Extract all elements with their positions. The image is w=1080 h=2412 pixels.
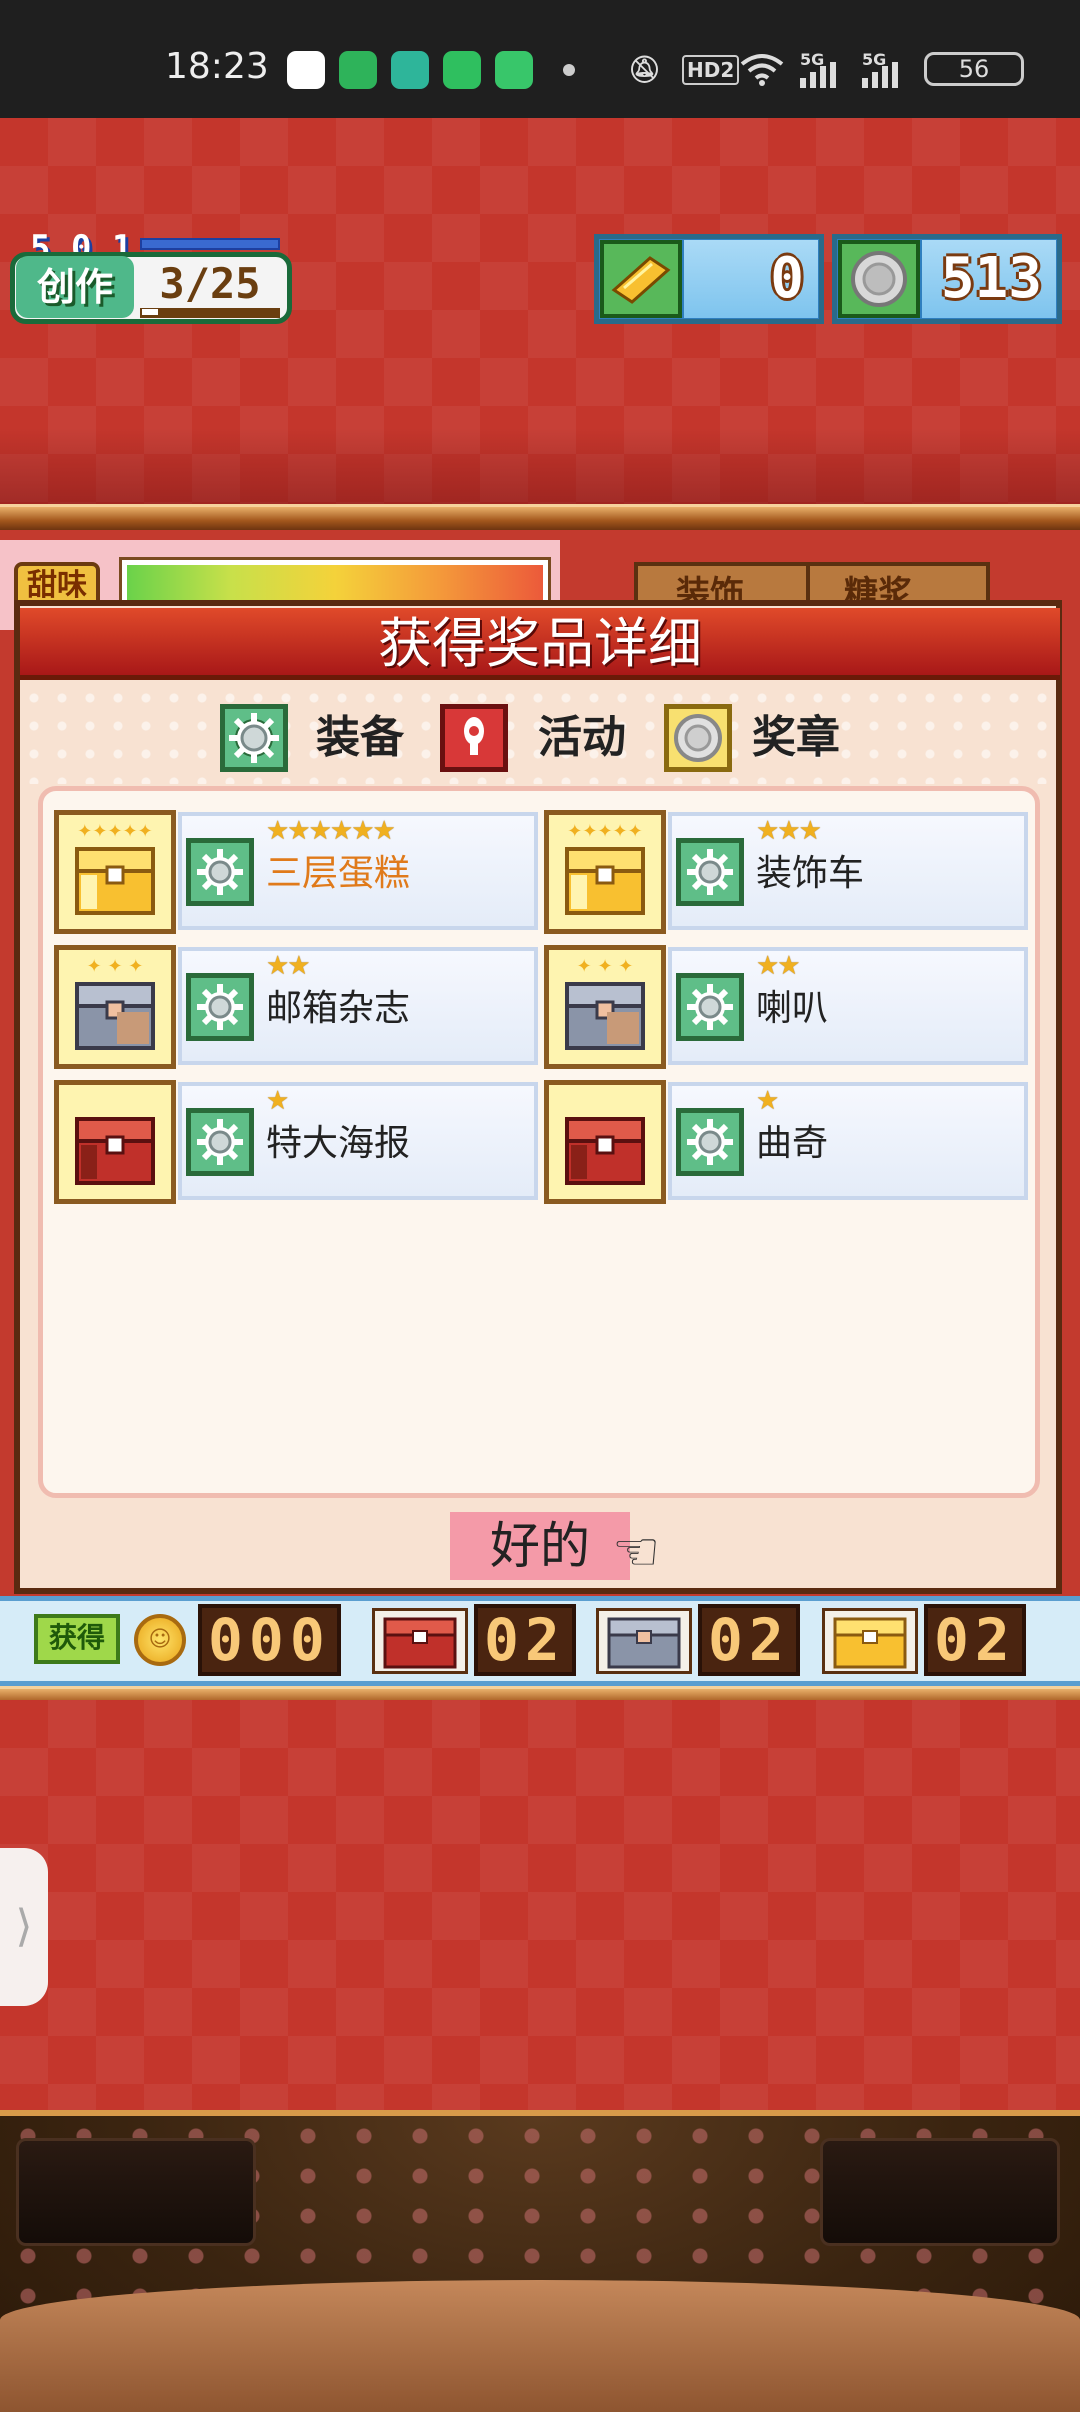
gold-chest-icon [822,1608,918,1674]
star-rating: ★★ [756,951,801,981]
gear-icon [676,973,744,1041]
medal-icon [838,240,920,318]
prize-name: 邮箱杂志 [266,988,411,1029]
silver-chest-icon: ✦ ✦ ✦ [544,945,666,1069]
wifi-icon [740,52,784,88]
star-rating: ★ [266,1086,289,1116]
gear-icon [186,1108,254,1176]
silver-chest-count: 02 [698,1604,800,1676]
prize-name: 喇叭 [756,988,829,1029]
exclamation-icon [440,704,508,772]
chat-icon [391,51,429,89]
bronze-chest-icon [372,1608,468,1674]
coin-icon: ☺ [134,1614,186,1666]
ticket-icon [600,240,682,318]
create-label: 创作 [16,256,134,318]
bronze-chest-count: 02 [474,1604,576,1676]
bronze-chest-icon [544,1080,666,1204]
signal-icon-2 [862,62,912,98]
star-rating: ★★★ [756,816,822,846]
star-rating: ★ [756,1086,779,1116]
wood-rail-top [0,504,1080,530]
create-progress-track [140,308,280,318]
gear-icon [676,838,744,906]
gear-icon [676,1108,744,1176]
prize-card[interactable]: ★ 曲奇 [544,1080,1030,1204]
obtained-tag: 获得 [34,1614,120,1664]
more-notifications-dot [563,64,575,76]
level-progress-bar [140,238,280,250]
status-bar: 18:23 🔕︎ HD2 5G 5G 56 [0,0,1080,118]
upload-icon [443,51,481,89]
svg-text:✦✦✦✦✦: ✦✦✦✦✦ [567,821,642,842]
svg-text:✦ ✦ ✦: ✦ ✦ ✦ [87,956,144,977]
svg-text:✦✦✦✦✦: ✦✦✦✦✦ [77,821,152,842]
gold-chest-icon: ✦✦✦✦✦ [544,810,666,934]
gear-icon [220,704,288,772]
bronze-chest-icon [54,1080,176,1204]
prize-card[interactable]: ★ 特大海报 [54,1080,540,1204]
gear-icon [186,973,254,1041]
prize-card[interactable]: ✦ ✦ ✦ ★★ 邮箱杂志 [54,945,540,1069]
medal-icon [664,704,732,772]
side-panel-handle[interactable]: ⟩ [0,1848,48,2006]
pointing-hand-icon: ☜ [612,1520,661,1583]
prize-name: 特大海报 [266,1123,411,1164]
svg-text:✦ ✦ ✦: ✦ ✦ ✦ [577,956,634,977]
notification-app-icon [287,51,325,89]
prize-name: 三层蛋糕 [266,853,411,894]
prize-card[interactable]: ✦✦✦✦✦ ★★★★★★ 三层蛋糕 [54,810,540,934]
silver-chest-icon [596,1608,692,1674]
ticket-value: 0 [684,240,818,318]
prize-name: 装饰车 [756,853,865,894]
mute-icon: 🔕︎ [628,55,662,85]
create-count: 3/25 [159,259,261,308]
gold-chest-count: 02 [924,1604,1026,1676]
game-bottom-background [0,1700,1080,2110]
battery-indicator: 56 [924,52,1024,86]
dialog-title: 获得奖品详细 [378,612,702,675]
coin-count: 000 [198,1604,341,1676]
legend-label-medal: 奖章 [752,712,840,763]
star-rating: ★★ [266,951,311,981]
medal-value: 513 [922,240,1056,318]
star-rating: ★★★★★★ [266,816,396,846]
legend-label-equipment: 装备 [316,712,404,763]
hd-icon: HD2 [682,55,740,85]
signal-icon-1 [800,62,850,98]
prize-name: 曲奇 [756,1123,829,1164]
stage-right-block [820,2138,1060,2246]
phone-icon [495,51,533,89]
silver-chest-icon: ✦ ✦ ✦ [54,945,176,1069]
messages-icon [339,51,377,89]
stage-left-block [16,2138,256,2246]
legend-label-event: 活动 [538,712,626,763]
gold-chest-icon: ✦✦✦✦✦ [54,810,176,934]
gear-icon [186,838,254,906]
prize-card[interactable]: ✦✦✦✦✦ ★★★ 装饰车 [544,810,1030,934]
stage-floor [0,2280,1080,2412]
prize-card[interactable]: ✦ ✦ ✦ ★★ 喇叭 [544,945,1030,1069]
create-progress-fill [142,309,158,315]
ok-button[interactable]: 好的 [450,1512,630,1580]
status-time: 18:23 [165,46,269,87]
